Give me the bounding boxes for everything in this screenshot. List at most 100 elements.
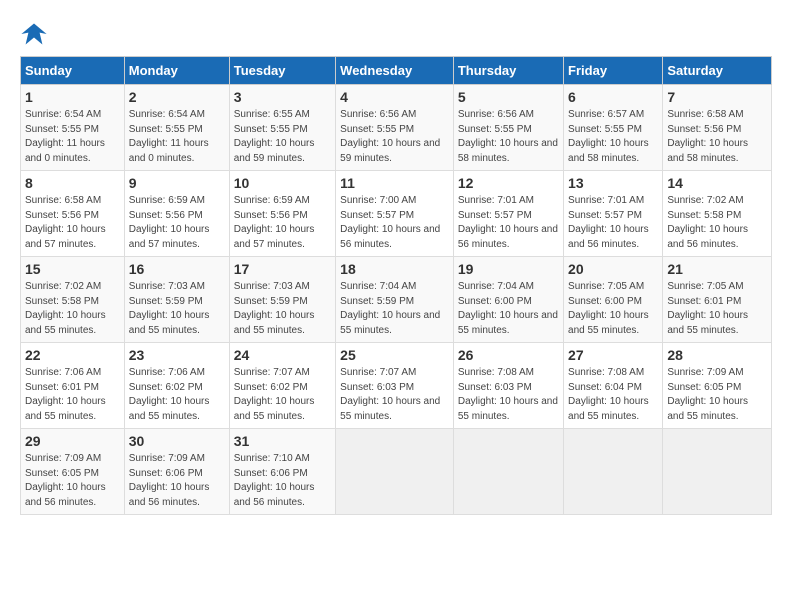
day-info: Sunrise: 7:01 AM Sunset: 5:57 PM Dayligh… bbox=[458, 194, 559, 252]
calendar-day-cell: 27 Sunrise: 7:08 AM Sunset: 6:04 PM Dayl… bbox=[564, 343, 663, 429]
calendar-week-row: 22 Sunrise: 7:06 AM Sunset: 6:01 PM Dayl… bbox=[21, 343, 772, 429]
day-info: Sunrise: 7:04 AM Sunset: 5:59 PM Dayligh… bbox=[340, 280, 449, 338]
weekday-header: Sunday bbox=[21, 57, 125, 85]
day-number: 8 bbox=[25, 175, 120, 191]
day-number: 24 bbox=[234, 347, 331, 363]
calendar-day-cell: 30 Sunrise: 7:09 AM Sunset: 6:06 PM Dayl… bbox=[124, 429, 229, 515]
calendar-day-cell: 9 Sunrise: 6:59 AM Sunset: 5:56 PM Dayli… bbox=[124, 171, 229, 257]
day-info: Sunrise: 6:57 AM Sunset: 5:55 PM Dayligh… bbox=[568, 108, 658, 166]
calendar-day-cell: 22 Sunrise: 7:06 AM Sunset: 6:01 PM Dayl… bbox=[21, 343, 125, 429]
calendar-day-cell: 11 Sunrise: 7:00 AM Sunset: 5:57 PM Dayl… bbox=[336, 171, 454, 257]
day-info: Sunrise: 7:02 AM Sunset: 5:58 PM Dayligh… bbox=[667, 194, 767, 252]
weekday-header: Tuesday bbox=[229, 57, 335, 85]
calendar-day-cell: 26 Sunrise: 7:08 AM Sunset: 6:03 PM Dayl… bbox=[453, 343, 563, 429]
weekday-header: Saturday bbox=[663, 57, 772, 85]
calendar-day-cell: 14 Sunrise: 7:02 AM Sunset: 5:58 PM Dayl… bbox=[663, 171, 772, 257]
day-number: 27 bbox=[568, 347, 658, 363]
day-number: 5 bbox=[458, 89, 559, 105]
day-info: Sunrise: 6:59 AM Sunset: 5:56 PM Dayligh… bbox=[129, 194, 225, 252]
day-number: 31 bbox=[234, 433, 331, 449]
day-info: Sunrise: 7:05 AM Sunset: 6:01 PM Dayligh… bbox=[667, 280, 767, 338]
day-number: 13 bbox=[568, 175, 658, 191]
day-info: Sunrise: 7:09 AM Sunset: 6:05 PM Dayligh… bbox=[667, 366, 767, 424]
calendar-day-cell: 12 Sunrise: 7:01 AM Sunset: 5:57 PM Dayl… bbox=[453, 171, 563, 257]
logo-icon bbox=[20, 20, 48, 48]
calendar-day-cell bbox=[453, 429, 563, 515]
calendar-day-cell: 4 Sunrise: 6:56 AM Sunset: 5:55 PM Dayli… bbox=[336, 85, 454, 171]
calendar-day-cell: 1 Sunrise: 6:54 AM Sunset: 5:55 PM Dayli… bbox=[21, 85, 125, 171]
day-info: Sunrise: 7:08 AM Sunset: 6:04 PM Dayligh… bbox=[568, 366, 658, 424]
day-info: Sunrise: 7:06 AM Sunset: 6:01 PM Dayligh… bbox=[25, 366, 120, 424]
day-number: 19 bbox=[458, 261, 559, 277]
calendar-day-cell: 31 Sunrise: 7:10 AM Sunset: 6:06 PM Dayl… bbox=[229, 429, 335, 515]
calendar-day-cell: 8 Sunrise: 6:58 AM Sunset: 5:56 PM Dayli… bbox=[21, 171, 125, 257]
calendar-day-cell: 21 Sunrise: 7:05 AM Sunset: 6:01 PM Dayl… bbox=[663, 257, 772, 343]
calendar-day-cell: 10 Sunrise: 6:59 AM Sunset: 5:56 PM Dayl… bbox=[229, 171, 335, 257]
day-number: 30 bbox=[129, 433, 225, 449]
day-number: 7 bbox=[667, 89, 767, 105]
day-number: 20 bbox=[568, 261, 658, 277]
day-number: 10 bbox=[234, 175, 331, 191]
day-info: Sunrise: 7:03 AM Sunset: 5:59 PM Dayligh… bbox=[234, 280, 331, 338]
day-info: Sunrise: 7:05 AM Sunset: 6:00 PM Dayligh… bbox=[568, 280, 658, 338]
day-info: Sunrise: 7:07 AM Sunset: 6:02 PM Dayligh… bbox=[234, 366, 331, 424]
day-info: Sunrise: 7:02 AM Sunset: 5:58 PM Dayligh… bbox=[25, 280, 120, 338]
day-number: 23 bbox=[129, 347, 225, 363]
day-info: Sunrise: 6:55 AM Sunset: 5:55 PM Dayligh… bbox=[234, 108, 331, 166]
calendar-day-cell: 20 Sunrise: 7:05 AM Sunset: 6:00 PM Dayl… bbox=[564, 257, 663, 343]
day-info: Sunrise: 6:56 AM Sunset: 5:55 PM Dayligh… bbox=[340, 108, 449, 166]
calendar-day-cell: 29 Sunrise: 7:09 AM Sunset: 6:05 PM Dayl… bbox=[21, 429, 125, 515]
day-number: 18 bbox=[340, 261, 449, 277]
day-info: Sunrise: 7:10 AM Sunset: 6:06 PM Dayligh… bbox=[234, 452, 331, 510]
calendar-day-cell: 25 Sunrise: 7:07 AM Sunset: 6:03 PM Dayl… bbox=[336, 343, 454, 429]
calendar-day-cell: 24 Sunrise: 7:07 AM Sunset: 6:02 PM Dayl… bbox=[229, 343, 335, 429]
day-info: Sunrise: 6:56 AM Sunset: 5:55 PM Dayligh… bbox=[458, 108, 559, 166]
day-info: Sunrise: 7:06 AM Sunset: 6:02 PM Dayligh… bbox=[129, 366, 225, 424]
day-info: Sunrise: 7:07 AM Sunset: 6:03 PM Dayligh… bbox=[340, 366, 449, 424]
weekday-header: Monday bbox=[124, 57, 229, 85]
weekday-header: Wednesday bbox=[336, 57, 454, 85]
day-info: Sunrise: 6:59 AM Sunset: 5:56 PM Dayligh… bbox=[234, 194, 331, 252]
calendar-day-cell: 28 Sunrise: 7:09 AM Sunset: 6:05 PM Dayl… bbox=[663, 343, 772, 429]
day-info: Sunrise: 7:03 AM Sunset: 5:59 PM Dayligh… bbox=[129, 280, 225, 338]
calendar-week-row: 8 Sunrise: 6:58 AM Sunset: 5:56 PM Dayli… bbox=[21, 171, 772, 257]
day-number: 11 bbox=[340, 175, 449, 191]
calendar-day-cell: 15 Sunrise: 7:02 AM Sunset: 5:58 PM Dayl… bbox=[21, 257, 125, 343]
calendar-day-cell: 3 Sunrise: 6:55 AM Sunset: 5:55 PM Dayli… bbox=[229, 85, 335, 171]
calendar-day-cell: 16 Sunrise: 7:03 AM Sunset: 5:59 PM Dayl… bbox=[124, 257, 229, 343]
day-info: Sunrise: 7:00 AM Sunset: 5:57 PM Dayligh… bbox=[340, 194, 449, 252]
day-info: Sunrise: 7:09 AM Sunset: 6:05 PM Dayligh… bbox=[25, 452, 120, 510]
calendar-day-cell: 5 Sunrise: 6:56 AM Sunset: 5:55 PM Dayli… bbox=[453, 85, 563, 171]
day-number: 4 bbox=[340, 89, 449, 105]
day-number: 16 bbox=[129, 261, 225, 277]
day-number: 25 bbox=[340, 347, 449, 363]
calendar-day-cell: 23 Sunrise: 7:06 AM Sunset: 6:02 PM Dayl… bbox=[124, 343, 229, 429]
day-number: 15 bbox=[25, 261, 120, 277]
calendar-week-row: 1 Sunrise: 6:54 AM Sunset: 5:55 PM Dayli… bbox=[21, 85, 772, 171]
day-info: Sunrise: 6:58 AM Sunset: 5:56 PM Dayligh… bbox=[667, 108, 767, 166]
calendar-day-cell bbox=[564, 429, 663, 515]
day-number: 21 bbox=[667, 261, 767, 277]
page-header bbox=[20, 20, 772, 48]
calendar-table: SundayMondayTuesdayWednesdayThursdayFrid… bbox=[20, 56, 772, 515]
day-number: 3 bbox=[234, 89, 331, 105]
day-info: Sunrise: 6:54 AM Sunset: 5:55 PM Dayligh… bbox=[129, 108, 225, 166]
calendar-day-cell bbox=[663, 429, 772, 515]
weekday-header: Thursday bbox=[453, 57, 563, 85]
day-number: 12 bbox=[458, 175, 559, 191]
day-number: 14 bbox=[667, 175, 767, 191]
day-number: 6 bbox=[568, 89, 658, 105]
day-number: 1 bbox=[25, 89, 120, 105]
calendar-day-cell: 18 Sunrise: 7:04 AM Sunset: 5:59 PM Dayl… bbox=[336, 257, 454, 343]
calendar-day-cell bbox=[336, 429, 454, 515]
calendar-day-cell: 2 Sunrise: 6:54 AM Sunset: 5:55 PM Dayli… bbox=[124, 85, 229, 171]
calendar-day-cell: 19 Sunrise: 7:04 AM Sunset: 6:00 PM Dayl… bbox=[453, 257, 563, 343]
weekday-header-row: SundayMondayTuesdayWednesdayThursdayFrid… bbox=[21, 57, 772, 85]
day-info: Sunrise: 7:04 AM Sunset: 6:00 PM Dayligh… bbox=[458, 280, 559, 338]
day-number: 17 bbox=[234, 261, 331, 277]
day-number: 28 bbox=[667, 347, 767, 363]
calendar-day-cell: 7 Sunrise: 6:58 AM Sunset: 5:56 PM Dayli… bbox=[663, 85, 772, 171]
logo bbox=[20, 20, 52, 48]
day-info: Sunrise: 7:08 AM Sunset: 6:03 PM Dayligh… bbox=[458, 366, 559, 424]
weekday-header: Friday bbox=[564, 57, 663, 85]
